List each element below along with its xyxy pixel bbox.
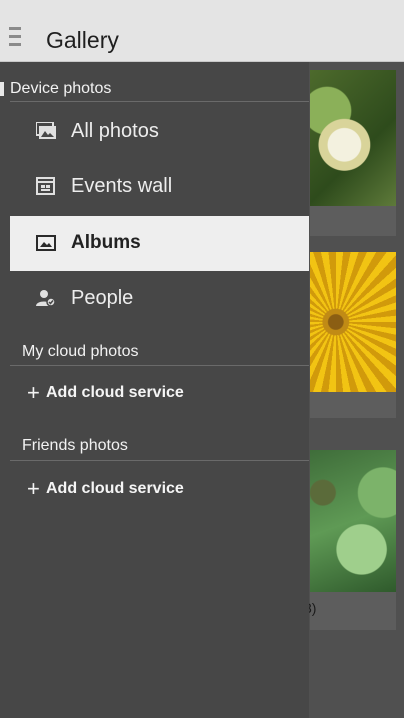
add-friends-cloud-service-button[interactable]: + Add cloud service (27, 476, 267, 506)
add-cloud-service-button[interactable]: + Add cloud service (27, 380, 267, 410)
plus-icon: + (27, 476, 40, 501)
section-indicator (0, 82, 4, 96)
album-caption (310, 206, 396, 236)
nav-item-albums[interactable]: Albums (10, 216, 309, 271)
album-thumbnail (310, 70, 396, 206)
app-bar: Gallery (0, 0, 404, 62)
app-title: Gallery (46, 27, 119, 53)
album-card[interactable] (310, 70, 396, 236)
calendar-icon (36, 177, 55, 195)
album-card[interactable] (310, 252, 396, 418)
divider (10, 101, 309, 102)
section-device-photos: Device photos (0, 80, 309, 100)
album-caption: 3) (304, 592, 396, 630)
photos-icon (36, 122, 56, 139)
album-icon (36, 235, 56, 251)
section-title: My cloud photos (22, 343, 139, 360)
nav-item-all-photos[interactable]: All photos (10, 109, 309, 154)
album-thumbnail (310, 450, 396, 592)
section-friends-photos: Friends photos (0, 437, 309, 457)
album-card[interactable]: 3) (304, 450, 396, 630)
add-cloud-service-label: Add cloud service (46, 384, 184, 401)
album-caption (310, 392, 396, 418)
nav-item-label: Albums (71, 232, 141, 253)
nav-item-label: People (71, 287, 134, 309)
people-icon (36, 290, 56, 307)
nav-item-people[interactable]: People (10, 276, 309, 321)
section-title: Device photos (10, 80, 112, 97)
section-my-cloud-photos: My cloud photos (0, 343, 309, 363)
hamburger-menu-icon[interactable] (9, 27, 21, 47)
divider (10, 460, 309, 461)
album-thumbnail (310, 252, 396, 392)
divider (10, 365, 309, 366)
plus-icon: + (27, 380, 40, 405)
add-cloud-service-label: Add cloud service (46, 480, 184, 497)
navigation-drawer: Device photos All photos Events wall Alb… (0, 62, 309, 718)
nav-item-events-wall[interactable]: Events wall (10, 164, 309, 209)
nav-item-label: Events wall (71, 175, 173, 197)
nav-item-label: All photos (71, 120, 159, 142)
section-title: Friends photos (22, 437, 128, 454)
